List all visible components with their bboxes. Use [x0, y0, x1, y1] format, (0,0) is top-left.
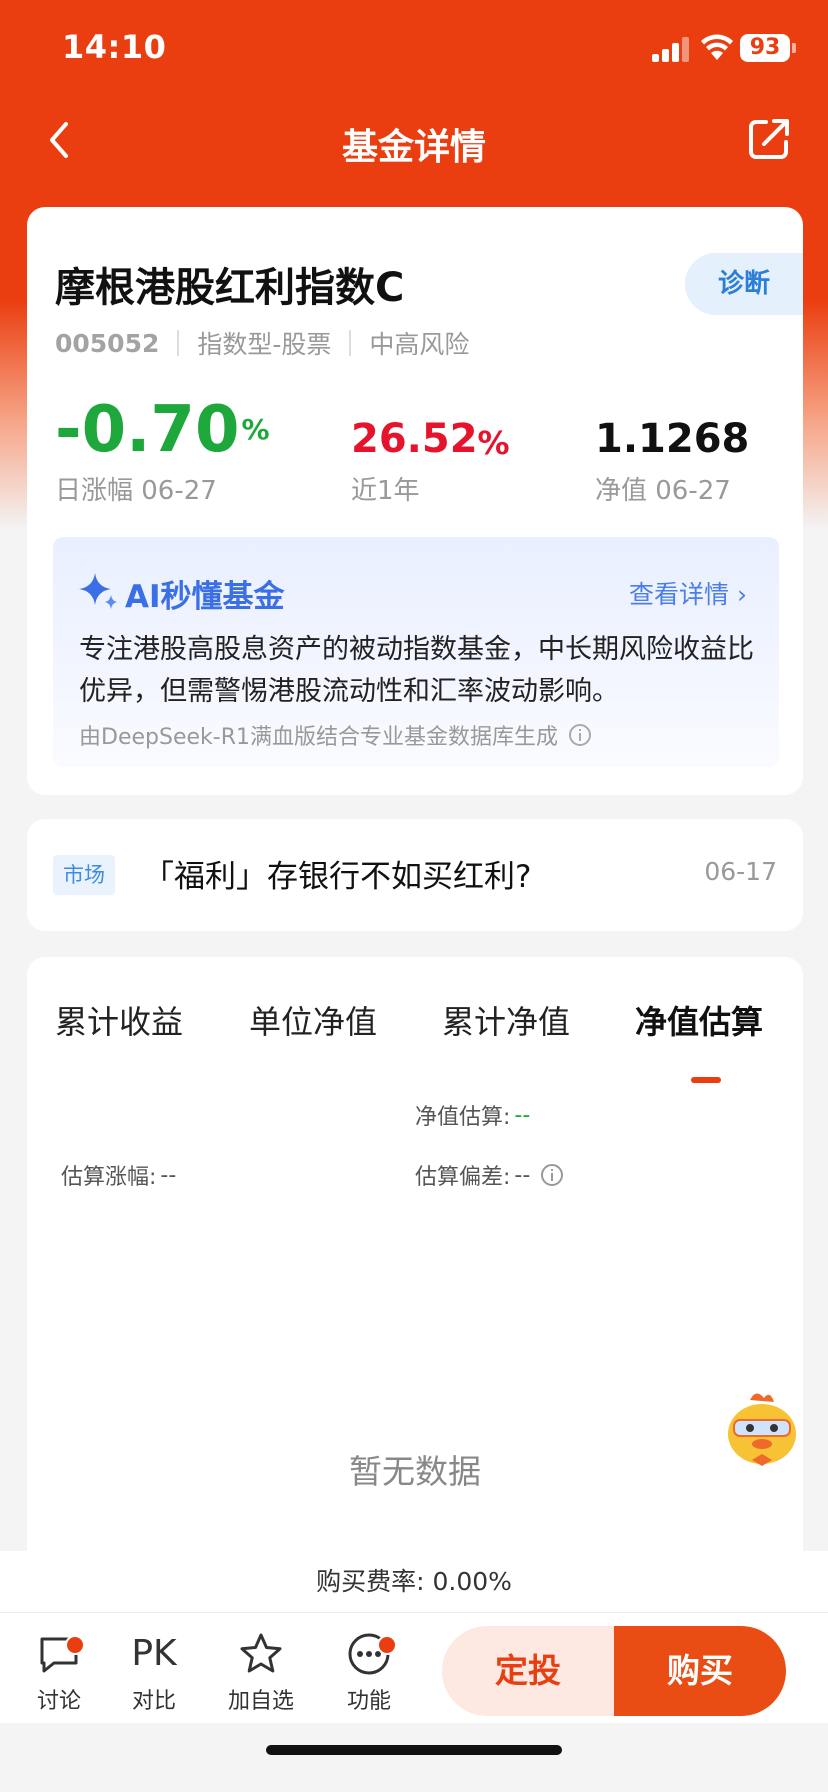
nav-value-label: 净值 06-27 — [595, 476, 731, 506]
tab-cumulative-nav[interactable]: 累计净值 — [442, 997, 570, 1043]
ai-title: AI秒懂基金 — [125, 579, 285, 615]
estimate-deviation-value: -- — [514, 1162, 531, 1188]
purchase-fee: 购买费率: 0.00% — [0, 1551, 828, 1613]
chevron-right-icon: › — [737, 580, 747, 609]
estimate-nav-row: 净值估算: -- — [415, 1099, 530, 1131]
add-watchlist-button[interactable]: 加自选 — [221, 1631, 301, 1715]
ai-summary-text: 专注港股高股息资产的被动指数基金，中长期风险收益比优异，但需警惕港股流动性和汇率… — [79, 634, 754, 707]
info-icon[interactable] — [568, 723, 592, 747]
fixed-invest-button[interactable]: 定投 — [442, 1626, 614, 1716]
assistant-mascot-icon[interactable] — [720, 1386, 804, 1470]
year-return-unit: % — [477, 424, 510, 462]
functions-button[interactable]: 功能 — [329, 1631, 409, 1715]
fund-name: 摩根港股红利指数C — [55, 265, 405, 311]
status-bar: 14:10 93 — [0, 0, 828, 100]
notification-dot — [377, 1635, 397, 1655]
fund-risk: 中高风险 — [369, 330, 470, 359]
active-tab-indicator — [691, 1077, 721, 1083]
discussion-label: 讨论 — [36, 1689, 81, 1714]
estimate-deviation-label: 估算偏差: — [415, 1165, 511, 1190]
divider — [349, 330, 352, 356]
notification-dot — [65, 1635, 85, 1655]
functions-label: 功能 — [346, 1689, 391, 1714]
news-title: 「福利」存银行不如买红利? — [143, 859, 532, 895]
diagnose-button[interactable]: 诊断 — [685, 253, 803, 315]
news-date: 06-17 — [704, 857, 777, 886]
estimate-change-value: -- — [160, 1162, 177, 1188]
nav-value: 1.1268 — [595, 416, 750, 462]
cellular-signal-icon — [652, 36, 694, 62]
pk-icon: PK — [131, 1633, 177, 1674]
day-change-stat: -0.70% 日涨幅 06-27 — [55, 392, 270, 507]
empty-state-text: 暂无数据 — [349, 1452, 481, 1491]
page-title: 基金详情 — [341, 127, 486, 168]
divider — [177, 330, 180, 356]
estimate-change-label: 估算涨幅: — [61, 1165, 157, 1190]
fund-summary-card: 摩根港股红利指数C 诊断 005052 指数型-股票 中高风险 -0.70% 日… — [27, 207, 803, 795]
tab-unit-nav[interactable]: 单位净值 — [249, 997, 377, 1043]
year-return-value: 26.52 — [351, 416, 478, 462]
ai-summary-panel[interactable]: AI秒懂基金 查看详情 › 专注港股高股息资产的被动指数基金，中长期风险收益比优… — [53, 537, 779, 767]
estimate-deviation-row: 估算偏差: -- — [415, 1159, 564, 1191]
ai-source-text: 由DeepSeek-R1满血版结合专业基金数据库生成 — [79, 725, 558, 750]
ai-source-note: 由DeepSeek-R1满血版结合专业基金数据库生成 — [79, 719, 592, 751]
fund-code: 005052 — [55, 328, 160, 358]
fund-meta: 005052 指数型-股票 中高风险 — [55, 325, 469, 361]
share-icon[interactable] — [746, 116, 792, 162]
ai-details-label: 查看详情 — [629, 580, 730, 609]
compare-label: 对比 — [131, 1689, 176, 1714]
info-icon[interactable] — [540, 1163, 564, 1187]
buy-button[interactable]: 购买 — [614, 1626, 786, 1716]
star-icon — [240, 1633, 282, 1673]
status-time: 14:10 — [62, 28, 167, 66]
home-indicator[interactable] — [266, 1745, 562, 1755]
add-watchlist-label: 加自选 — [227, 1689, 294, 1714]
nav-value-stat: 1.1268 净值 06-27 — [595, 392, 749, 507]
estimate-nav-label: 净值估算: — [415, 1105, 511, 1130]
ai-details-link[interactable]: 查看详情 › — [629, 575, 747, 611]
estimate-change-row: 估算涨幅: -- — [61, 1159, 176, 1191]
bottom-action-bar: 讨论 PK 对比 加自选 功能 定投 购买 — [0, 1613, 828, 1723]
wifi-icon — [701, 34, 733, 60]
chart-tabs: 累计收益 单位净值 累计净值 净值估算 — [27, 987, 803, 1083]
home-indicator-area — [0, 1723, 828, 1792]
year-return-stat: 26.52% 近1年 — [351, 392, 510, 507]
day-change-unit: % — [241, 413, 270, 446]
news-item[interactable]: 市场 「福利」存银行不如买红利? 06-17 — [27, 819, 803, 931]
estimate-nav-value: -- — [514, 1102, 531, 1128]
tab-nav-estimate[interactable]: 净值估算 — [635, 997, 763, 1043]
fund-type: 指数型-股票 — [197, 330, 332, 359]
sparkle-icon — [79, 573, 117, 609]
compare-button[interactable]: PK 对比 — [114, 1631, 194, 1715]
day-change-label: 日涨幅 06-27 — [55, 476, 217, 506]
tab-cumulative-return[interactable]: 累计收益 — [55, 997, 183, 1043]
day-change-value: -0.70 — [55, 393, 240, 467]
battery-indicator: 93 — [740, 34, 796, 62]
news-tag: 市场 — [53, 855, 115, 895]
action-buttons: 定投 购买 — [442, 1626, 786, 1716]
nav-bar: 基金详情 — [0, 100, 828, 180]
discussion-button[interactable]: 讨论 — [19, 1631, 99, 1715]
year-return-label: 近1年 — [351, 476, 420, 506]
